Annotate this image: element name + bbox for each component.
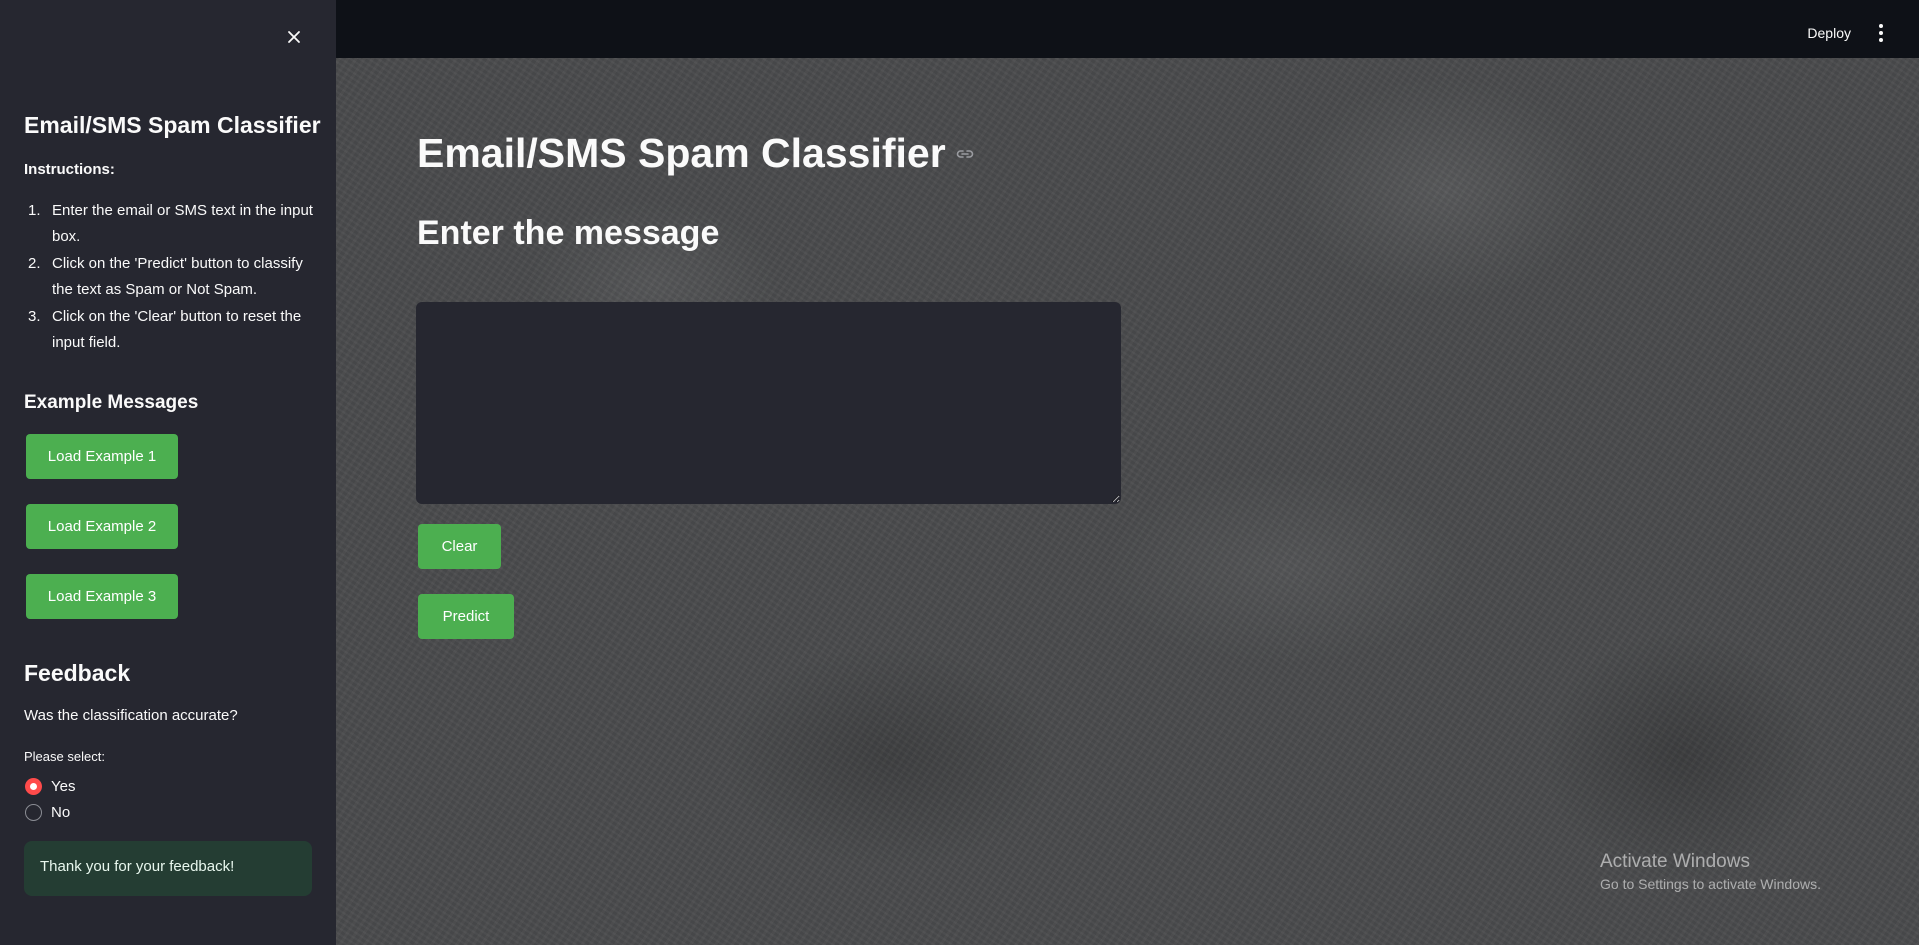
main-menu-icon[interactable] bbox=[1875, 24, 1887, 42]
radio-unselected-icon[interactable] bbox=[25, 804, 42, 821]
feedback-select-label: Please select: bbox=[24, 749, 105, 764]
radio-label: No bbox=[51, 804, 71, 821]
radio-selected-icon[interactable] bbox=[25, 778, 42, 795]
radio-option-yes[interactable]: Yes bbox=[25, 778, 75, 795]
sidebar: Email/SMS Spam Classifier Instructions: … bbox=[0, 0, 336, 945]
sidebar-title: Email/SMS Spam Classifier bbox=[24, 112, 321, 138]
instruction-item: 1. Enter the email or SMS text in the in… bbox=[24, 198, 314, 250]
top-header: Deploy bbox=[336, 0, 1919, 58]
instruction-number: 1. bbox=[28, 202, 41, 219]
success-alert: Thank you for your feedback! bbox=[24, 841, 312, 896]
activate-windows-watermark: Activate Windows Go to Settings to activ… bbox=[1600, 851, 1821, 892]
message-input[interactable] bbox=[416, 302, 1121, 504]
deploy-button[interactable]: Deploy bbox=[1807, 25, 1851, 41]
predict-button[interactable]: Predict bbox=[418, 594, 514, 639]
load-example-2-button[interactable]: Load Example 2 bbox=[26, 504, 178, 549]
section-subtitle: Enter the message bbox=[417, 214, 720, 252]
menu-dot bbox=[1879, 24, 1883, 28]
instruction-text: Click on the 'Clear' button to reset the… bbox=[52, 308, 302, 351]
menu-dot bbox=[1879, 31, 1883, 35]
instructions-list: 1. Enter the email or SMS text in the in… bbox=[24, 198, 314, 357]
instructions-heading: Instructions: bbox=[24, 161, 115, 178]
feedback-question: Was the classification accurate? bbox=[24, 707, 238, 724]
instruction-item: 3. Click on the 'Clear' button to reset … bbox=[24, 304, 314, 356]
clear-button[interactable]: Clear bbox=[418, 524, 501, 569]
instruction-number: 2. bbox=[28, 255, 41, 272]
load-example-3-button[interactable]: Load Example 3 bbox=[26, 574, 178, 619]
feedback-heading: Feedback bbox=[24, 660, 131, 686]
watermark-line-1: Activate Windows bbox=[1600, 851, 1750, 872]
radio-option-no[interactable]: No bbox=[25, 804, 70, 821]
page-title-text: Email/SMS Spam Classifier bbox=[417, 130, 946, 176]
examples-heading: Example Messages bbox=[24, 392, 199, 413]
anchor-link-icon[interactable] bbox=[954, 143, 976, 165]
radio-label: Yes bbox=[51, 778, 76, 795]
instruction-item: 2. Click on the 'Predict' button to clas… bbox=[24, 251, 314, 303]
menu-dot bbox=[1879, 38, 1883, 42]
page-title: Email/SMS Spam Classifier bbox=[417, 130, 976, 177]
load-example-1-button[interactable]: Load Example 1 bbox=[26, 434, 178, 479]
watermark-line-2: Go to Settings to activate Windows. bbox=[1600, 876, 1821, 892]
instruction-text: Enter the email or SMS text in the input… bbox=[52, 202, 313, 245]
close-sidebar-icon[interactable] bbox=[283, 26, 305, 48]
instruction-number: 3. bbox=[28, 308, 41, 325]
instruction-text: Click on the 'Predict' button to classif… bbox=[52, 255, 303, 298]
